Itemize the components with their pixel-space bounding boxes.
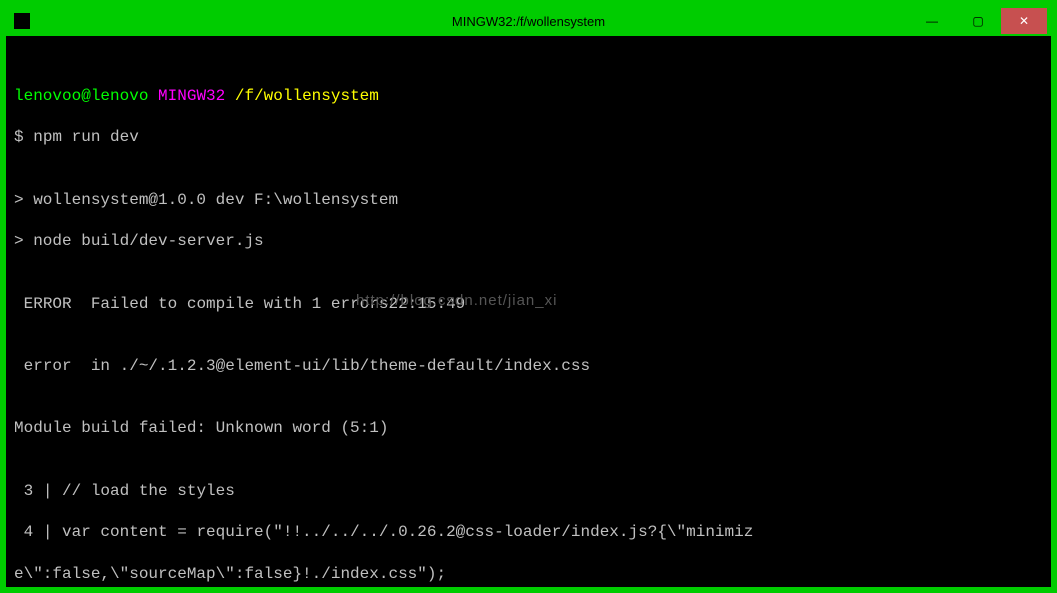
titlebar[interactable]: MINGW32:/f/wollensystem — ▢ ✕: [6, 6, 1051, 36]
window-title: MINGW32:/f/wollensystem: [452, 14, 605, 29]
watermark-text: http://blog.csdn.net/jian_xi: [356, 291, 557, 311]
module-fail: Module build failed: Unknown word (5:1): [14, 418, 1043, 439]
terminal-body[interactable]: lenovoo@lenovo MINGW32 /f/wollensystem $…: [6, 36, 1051, 587]
code-line: 4 | var content = require("!!../../../.0…: [14, 523, 753, 541]
code-line: e\":false,\"sourceMap\":false}!./index.c…: [14, 564, 1043, 585]
terminal-window: MINGW32:/f/wollensystem — ▢ ✕ lenovoo@le…: [0, 0, 1057, 593]
error-label: ERROR: [14, 295, 81, 313]
prompt-user: lenovoo@lenovo: [14, 87, 148, 105]
close-button[interactable]: ✕: [1001, 8, 1047, 34]
code-line: 3 | // load the styles: [14, 481, 1043, 502]
output-line: > wollensystem@1.0.0 dev F:\wollensystem: [14, 190, 1043, 211]
error-msg: in ./~/.1.2.3@element-ui/lib/theme-defau…: [81, 357, 590, 375]
prompt-symbol: $: [14, 128, 24, 146]
app-icon: [14, 13, 30, 29]
prompt-path: /f/wollensystem: [235, 87, 379, 105]
output-line: > node build/dev-server.js: [14, 231, 1043, 252]
prompt-host: MINGW32: [158, 87, 225, 105]
command-text: npm run dev: [33, 128, 139, 146]
maximize-button[interactable]: ▢: [955, 8, 1001, 34]
error-label: error: [14, 357, 81, 375]
minimize-button[interactable]: —: [909, 8, 955, 34]
window-controls: — ▢ ✕: [909, 8, 1047, 34]
